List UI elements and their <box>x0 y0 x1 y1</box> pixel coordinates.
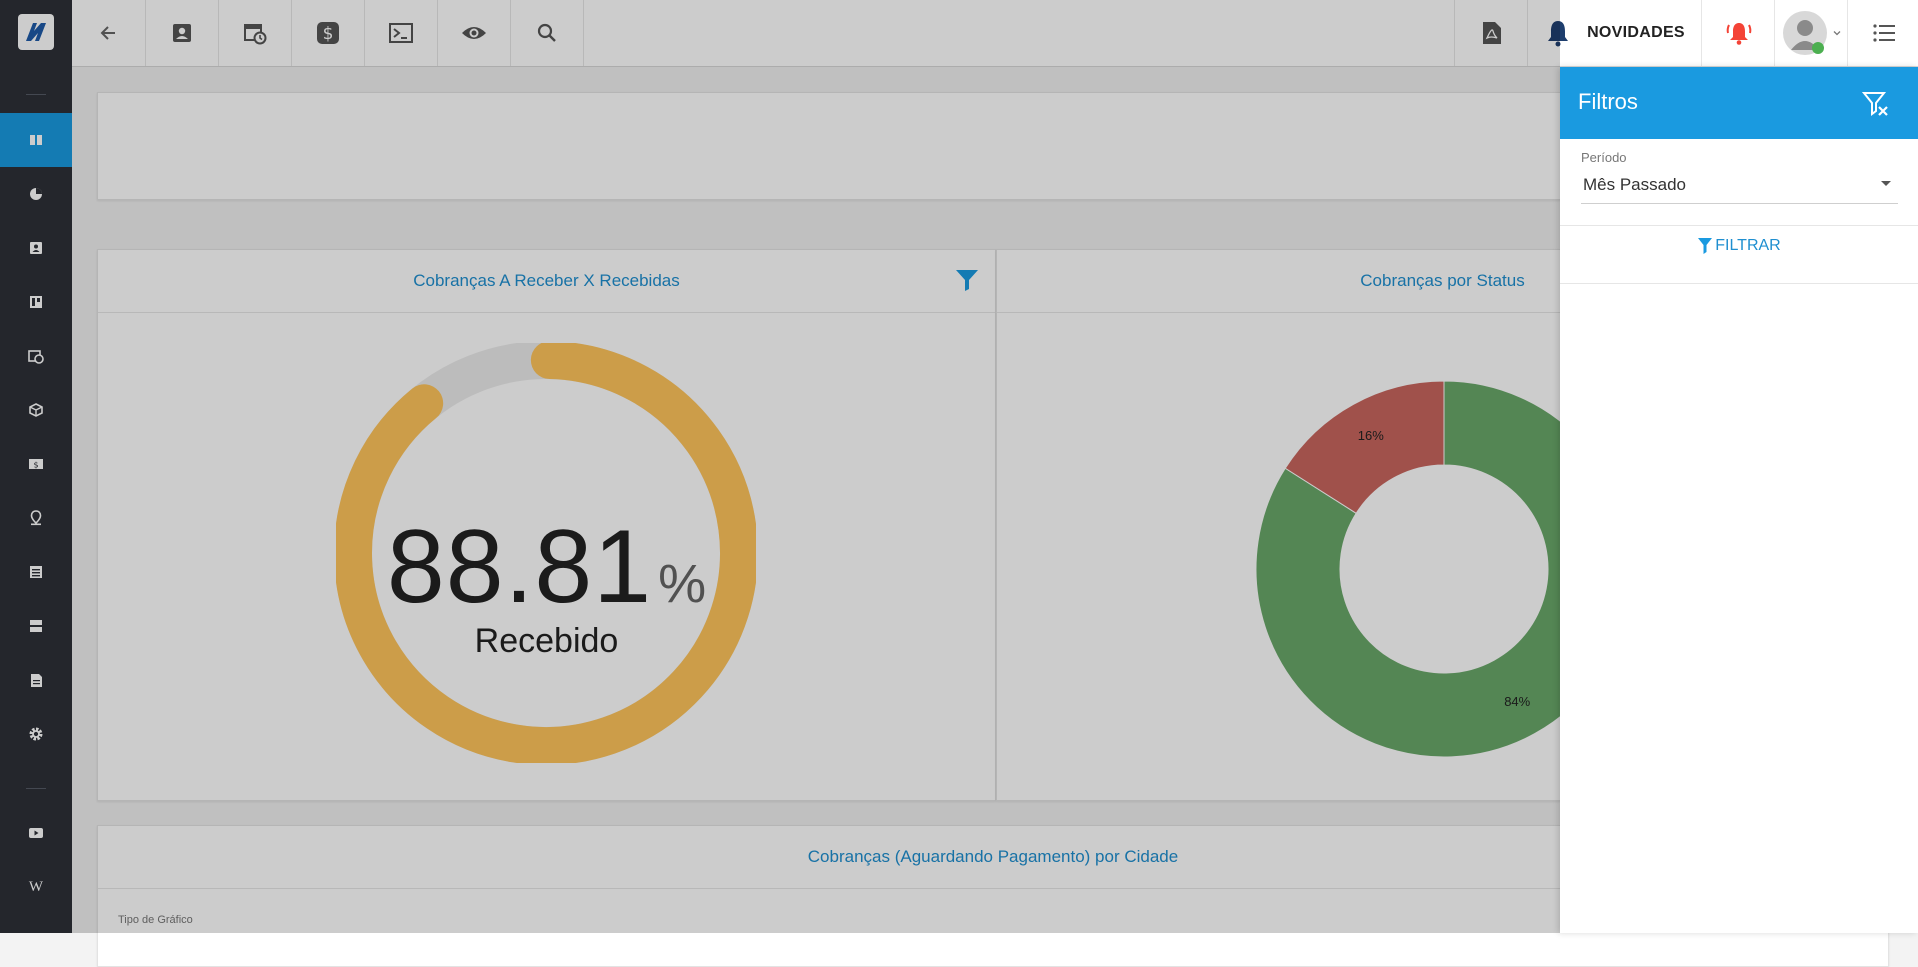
list-menu-icon <box>1872 24 1895 42</box>
user-menu-button[interactable] <box>1774 0 1848 66</box>
alarm-bell-icon <box>1726 23 1751 45</box>
dropdown-arrow-icon[interactable] <box>1880 180 1892 188</box>
clear-filter-icon[interactable] <box>1862 90 1890 118</box>
filter-panel: Filtros Período Mês Passado FILTRAR <box>1560 67 1918 933</box>
filter-icon <box>1698 238 1713 254</box>
modal-backdrop[interactable] <box>0 0 1560 933</box>
panel-divider <box>1560 283 1918 284</box>
menu-button[interactable] <box>1847 0 1918 66</box>
avatar <box>1782 11 1827 55</box>
alerts-button[interactable] <box>1701 0 1775 66</box>
filter-submit-button[interactable]: FILTRAR <box>1560 237 1918 255</box>
period-underline <box>1581 203 1898 204</box>
period-select[interactable]: Mês Passado <box>1583 175 1686 195</box>
period-label: Período <box>1581 150 1627 165</box>
filter-panel-header: Filtros <box>1560 67 1918 139</box>
panel-divider <box>1560 225 1918 226</box>
chevron-down-icon <box>1833 31 1840 36</box>
filter-submit-label: FILTRAR <box>1715 237 1781 254</box>
novidades-label: NOVIDADES <box>1587 24 1685 41</box>
filter-panel-title: Filtros <box>1578 89 1638 114</box>
